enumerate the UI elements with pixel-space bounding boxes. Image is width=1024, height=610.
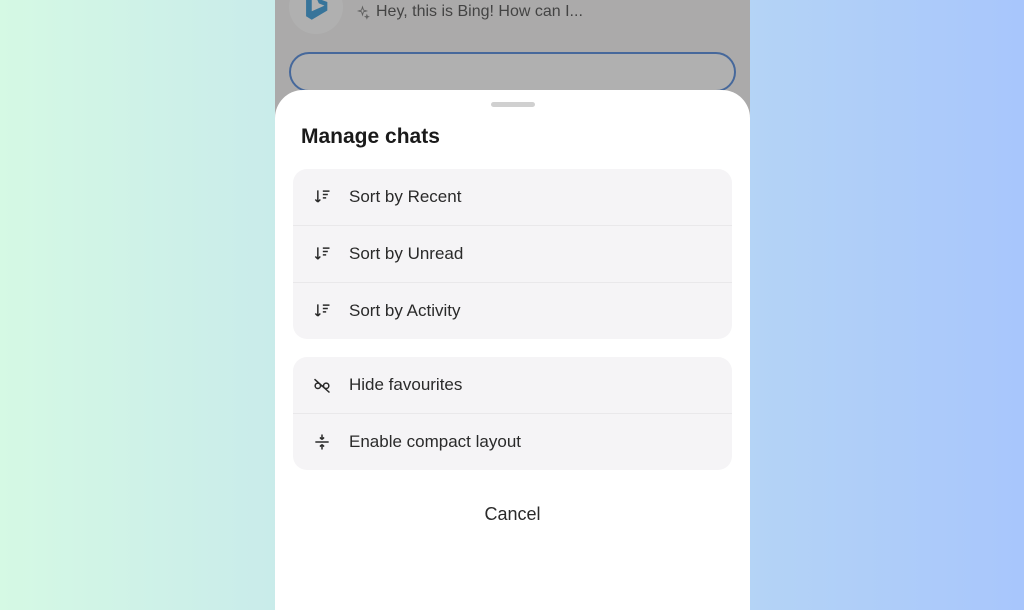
view-options-group: Hide favourites Enable compact layout [293, 357, 732, 470]
sort-icon [311, 243, 333, 265]
sheet-title: Manage chats [275, 125, 750, 169]
option-compact-layout[interactable]: Enable compact layout [293, 414, 732, 470]
compact-layout-icon [311, 431, 333, 453]
sort-options-group: Sort by Recent Sort by Unread Sort by Ac… [293, 169, 732, 339]
sheet-grab-handle[interactable] [491, 102, 535, 107]
option-sort-recent[interactable]: Sort by Recent [293, 169, 732, 226]
option-label: Sort by Unread [349, 244, 463, 264]
option-sort-activity[interactable]: Sort by Activity [293, 283, 732, 339]
option-sort-unread[interactable]: Sort by Unread [293, 226, 732, 283]
option-hide-favourites[interactable]: Hide favourites [293, 357, 732, 414]
option-label: Sort by Activity [349, 301, 460, 321]
option-label: Hide favourites [349, 375, 462, 395]
phone-viewport: Bing 16/02/2024 [275, 0, 750, 610]
option-label: Sort by Recent [349, 187, 461, 207]
sort-icon [311, 300, 333, 322]
glasses-off-icon [311, 374, 333, 396]
cancel-button[interactable]: Cancel [275, 488, 750, 541]
sort-icon [311, 186, 333, 208]
option-label: Enable compact layout [349, 432, 521, 452]
manage-chats-sheet: Manage chats Sort by Recent Sort by Unre… [275, 90, 750, 610]
